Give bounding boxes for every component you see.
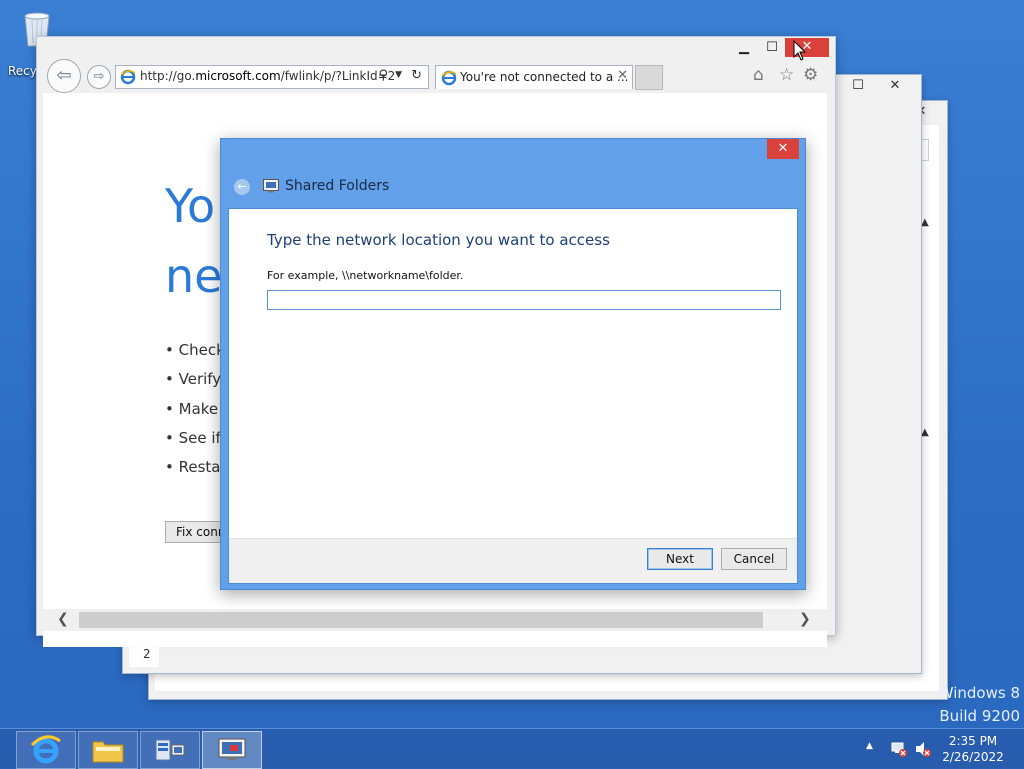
close-button[interactable]: ✕ [785,38,829,57]
clock-time[interactable]: 2:35 PM [940,734,1006,748]
tab-title: You're not connected to a ... [460,70,629,84]
taskbar-internet-explorer[interactable] [16,731,76,769]
home-icon[interactable]: ⌂ [753,65,764,85]
os-watermark-line1: Windows 8 [938,684,1020,702]
back-arrow-icon[interactable]: ← [234,179,250,195]
tab-active[interactable]: You're not connected to a ... ✕ [435,65,633,89]
scrollbar-thumb[interactable] [79,612,763,628]
internet-explorer-icon [30,735,61,764]
back-button[interactable]: ⇦ [47,59,81,93]
mouse-cursor-icon [793,40,807,61]
dialog-client: Type the network location you want to ac… [228,208,798,584]
page-heading-line1: Yo [165,179,216,233]
maximize-button[interactable]: ☐ [845,77,871,95]
address-bar[interactable]: http://go.microsoft.com/fwlink/p/?LinkId… [115,65,429,89]
ie-tab-icon [441,70,457,86]
search-icon[interactable]: ⚲ [378,68,388,83]
horizontal-scrollbar[interactable]: ❮ ❯ [43,609,827,631]
list-item: • Verify [165,370,222,388]
list-item: • Make [165,400,219,418]
collapse-up-icon[interactable]: ▲ [921,217,929,228]
volume-muted-icon[interactable] [914,740,932,758]
list-item: • Restar [165,458,227,476]
shared-folders-app-icon [218,738,246,760]
list-item: • See if [165,429,221,447]
page-heading-line2: ne [165,249,223,303]
taskbar-shared-folders[interactable] [202,731,262,769]
show-hidden-icons-arrow-icon[interactable]: ▲ [866,741,873,751]
taskbar-file-explorer[interactable] [78,731,138,769]
next-button[interactable]: Next [647,548,713,570]
address-url: http://go.microsoft.com/fwlink/p/?LinkId… [140,69,396,83]
refresh-icon[interactable]: ↻ [411,68,422,83]
settings-gear-icon[interactable]: ⚙ [803,65,818,85]
taskbar-server-manager[interactable] [140,731,200,769]
dialog-heading: Type the network location you want to ac… [267,231,610,249]
network-location-input[interactable] [267,290,781,310]
ie-page-icon [120,69,136,85]
list-item: • Check [165,341,225,359]
close-button[interactable]: ✕ [873,77,917,95]
dialog-footer: Next Cancel [229,538,797,583]
minimize-button[interactable]: ▁ [731,39,757,57]
shared-folders-dialog[interactable]: ✕ ← Shared Folders Type the network loca… [220,138,806,590]
os-watermark-line2: Build 9200 [939,707,1020,725]
scroll-right-icon[interactable]: ❯ [799,611,811,627]
server-manager-icon [155,739,185,761]
favorites-star-icon[interactable]: ☆ [779,65,794,85]
collapse-up-icon[interactable]: ▲ [921,427,929,438]
scroll-left-icon[interactable]: ❮ [57,611,69,627]
dropdown-arrow-icon[interactable]: ▼ [395,70,402,80]
cancel-button[interactable]: Cancel [721,548,787,570]
partial-text: 2 [143,647,151,661]
dialog-title: Shared Folders [285,178,390,194]
tab-close-icon[interactable]: ✕ [617,68,628,83]
close-button[interactable]: ✕ [767,139,799,159]
shared-folders-icon [263,179,279,193]
new-tab-button[interactable] [635,65,663,90]
example-text: For example, \\networkname\folder. [267,269,464,282]
network-disconnected-icon[interactable] [890,740,908,758]
clock-date[interactable]: 2/26/2022 [940,750,1006,764]
forward-button[interactable]: ⇨ [87,65,111,89]
maximize-button[interactable]: ☐ [759,39,785,57]
folder-icon [92,741,124,763]
taskbar: ▲ 2:35 PM 2/26/2022 [0,728,1024,769]
